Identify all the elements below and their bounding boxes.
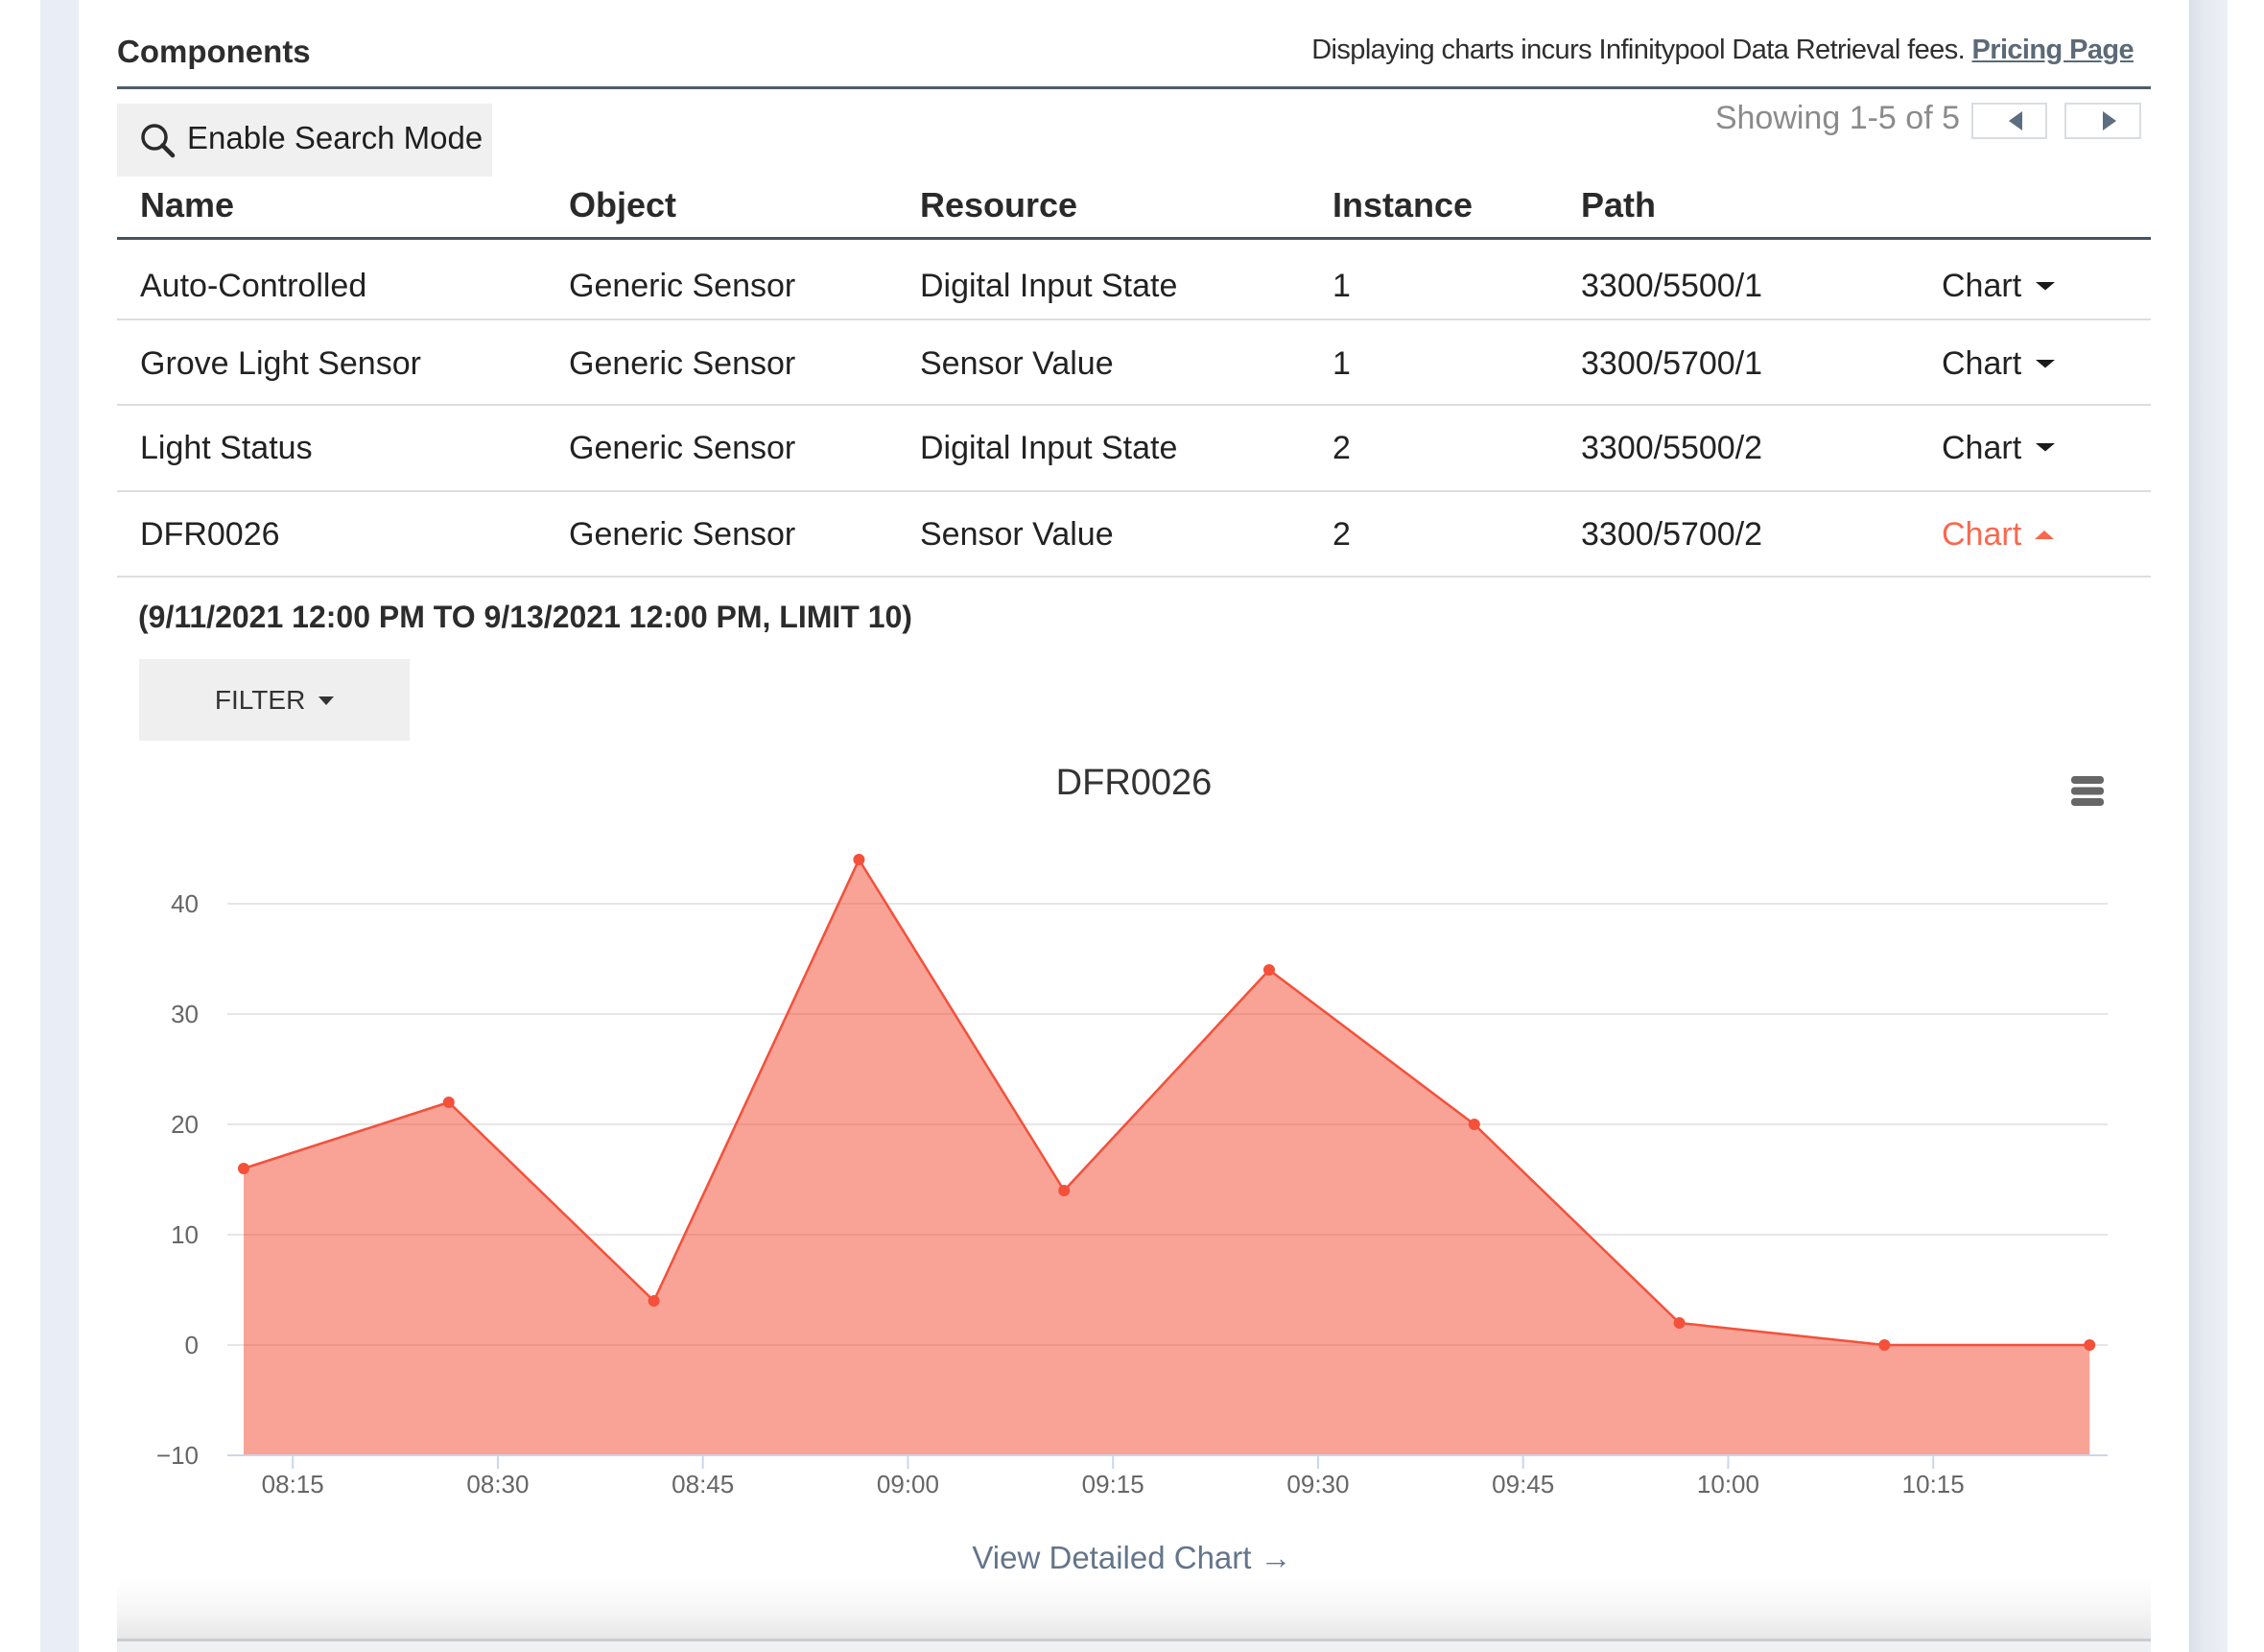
svg-text:08:15: 08:15 (262, 1470, 324, 1499)
svg-text:40: 40 (171, 889, 199, 918)
svg-text:10: 10 (171, 1220, 199, 1249)
svg-text:09:30: 09:30 (1286, 1470, 1349, 1499)
svg-text:09:00: 09:00 (877, 1470, 939, 1499)
svg-text:09:15: 09:15 (1082, 1470, 1144, 1499)
svg-text:08:30: 08:30 (466, 1470, 529, 1499)
svg-text:0: 0 (185, 1331, 199, 1359)
svg-text:30: 30 (171, 1000, 199, 1028)
svg-text:10:15: 10:15 (1902, 1470, 1965, 1499)
svg-text:−10: −10 (156, 1441, 199, 1470)
svg-text:10:00: 10:00 (1697, 1470, 1759, 1499)
svg-text:DFR0026: DFR0026 (1056, 763, 1213, 803)
svg-text:08:45: 08:45 (672, 1470, 734, 1499)
svg-text:09:45: 09:45 (1492, 1470, 1554, 1499)
svg-text:20: 20 (171, 1110, 199, 1139)
